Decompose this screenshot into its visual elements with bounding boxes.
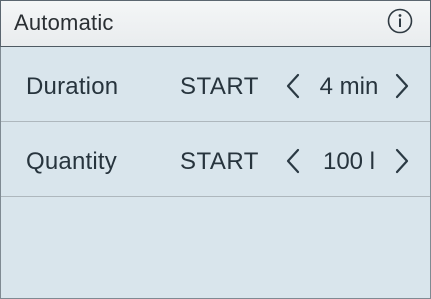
automatic-panel: Automatic Duration START 4 min Quantity …	[0, 0, 431, 299]
duration-start-button[interactable]: START	[180, 73, 259, 101]
info-icon[interactable]	[387, 8, 413, 34]
quantity-decrease-chevron-icon[interactable]	[283, 146, 303, 176]
duration-value: 4 min	[319, 73, 379, 100]
duration-row: Duration START 4 min	[1, 47, 430, 122]
quantity-value: 100 l	[322, 148, 376, 175]
quantity-increase-chevron-icon[interactable]	[392, 146, 412, 176]
panel-title: Automatic	[14, 10, 114, 35]
settings-body: Duration START 4 min Quantity START 100 …	[0, 47, 431, 299]
quantity-row: Quantity START 100 l	[1, 122, 430, 197]
duration-decrease-chevron-icon[interactable]	[283, 71, 303, 101]
quantity-label: Quantity	[26, 148, 117, 175]
quantity-start-button[interactable]: START	[180, 148, 259, 176]
panel-header: Automatic	[0, 0, 431, 47]
duration-increase-chevron-icon[interactable]	[392, 71, 412, 101]
duration-label: Duration	[26, 73, 119, 100]
